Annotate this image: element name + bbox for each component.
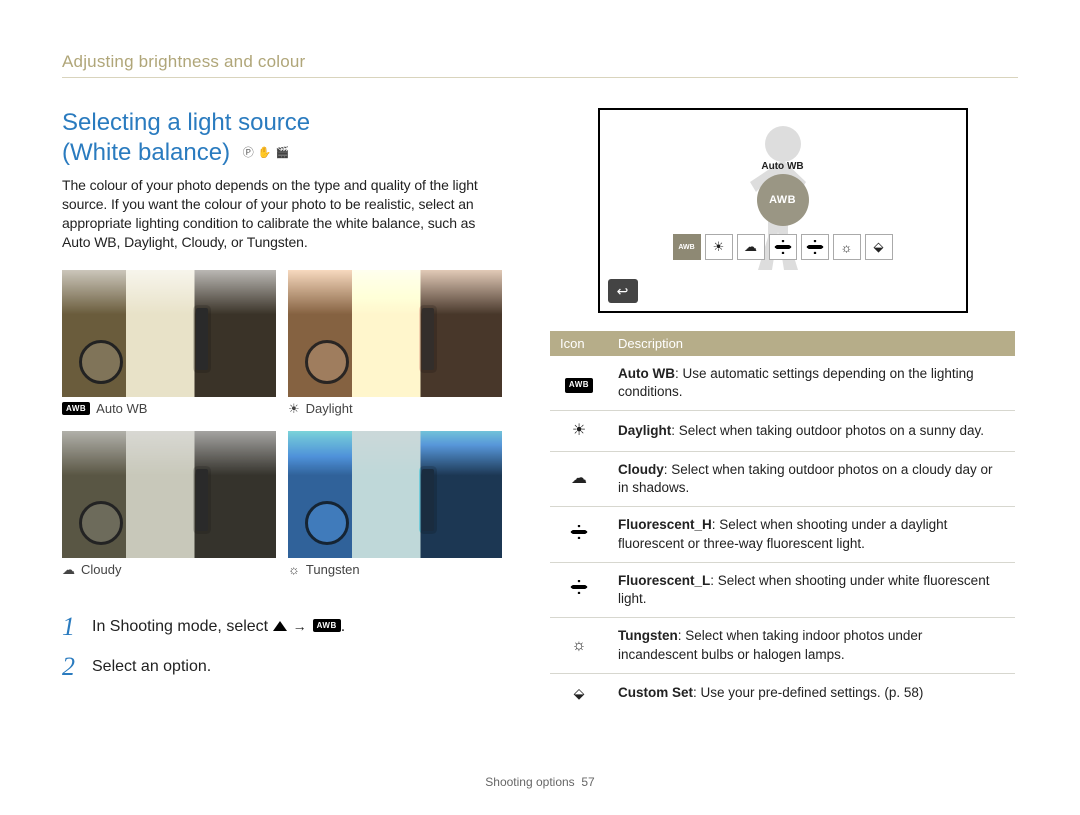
thumbnail-tungsten xyxy=(288,431,502,558)
thumbnail-daylight xyxy=(288,270,502,397)
section-header: Adjusting brightness and colour xyxy=(62,52,1018,78)
left-column: Selecting a light source (White balance)… xyxy=(62,108,502,713)
back-button[interactable]: ↩ xyxy=(608,279,638,303)
steps-list: In Shooting mode, select → AWB . Select … xyxy=(62,612,502,682)
step-1-end: . xyxy=(341,618,345,635)
step-2-text: Select an option. xyxy=(92,658,211,676)
wb-option-daylight[interactable]: ☀ xyxy=(705,234,733,260)
table-row: ☁ Cloudy: Select when taking outdoor pho… xyxy=(550,452,1015,507)
wb-description-table: Icon Description AWB Auto WB: Use automa… xyxy=(550,331,1015,713)
triangle-up-icon xyxy=(273,621,287,631)
wb-option-fluorescent-l[interactable] xyxy=(801,234,829,260)
table-row: Fluorescent_H: Select when shooting unde… xyxy=(550,507,1015,562)
sun-icon: ☀ xyxy=(288,401,300,417)
wb-option-tungsten[interactable]: ☼ xyxy=(833,234,861,260)
arrow-right-icon: → xyxy=(293,618,307,634)
selected-wb-display: Auto WB AWB xyxy=(757,161,809,226)
table-row: ☼ Tungsten: Select when taking indoor ph… xyxy=(550,618,1015,673)
cell-desc: Auto WB: Use automatic settings dependin… xyxy=(608,356,1015,411)
awb-badge-icon: AWB xyxy=(313,619,341,632)
table-row: AWB Auto WB: Use automatic settings depe… xyxy=(550,356,1015,411)
table-row: ⬙ Custom Set: Use your pre-defined setti… xyxy=(550,673,1015,713)
thumb-text-awb: Auto WB xyxy=(96,401,147,416)
title-line-2: (White balance) xyxy=(62,139,230,166)
table-row: ☀ Daylight: Select when taking outdoor p… xyxy=(550,411,1015,452)
cell-desc: Cloudy: Select when taking outdoor photo… xyxy=(608,452,1015,507)
wb-option-awb[interactable]: AWB xyxy=(673,234,701,260)
footer-section: Shooting options xyxy=(485,775,574,789)
cell-desc: Tungsten: Select when taking indoor phot… xyxy=(608,618,1015,673)
thumbnail-cloudy xyxy=(62,431,276,558)
thumb-text-daylight: Daylight xyxy=(306,401,353,416)
two-column-layout: Selecting a light source (White balance)… xyxy=(62,108,1018,713)
page-title: Selecting a light source (White balance)… xyxy=(62,108,502,168)
wb-option-fluorescent-h[interactable] xyxy=(769,234,797,260)
awb-badge-icon: AWB xyxy=(565,378,593,393)
mode-video-icon: 🎬 xyxy=(275,147,289,161)
cell-icon: ☀ xyxy=(550,411,608,452)
cell-icon xyxy=(550,562,608,617)
fluorescent-icon xyxy=(774,240,792,254)
thumb-text-cloudy: Cloudy xyxy=(81,562,121,577)
wb-option-row: AWB ☀ ☁ ☼ ⬙ xyxy=(673,234,893,260)
th-icon: Icon xyxy=(550,331,608,356)
step-1-text: In Shooting mode, select xyxy=(92,618,268,635)
custom-set-icon: ⬙ xyxy=(574,685,585,701)
footer-page-number: 57 xyxy=(581,775,594,789)
awb-badge-icon: AWB xyxy=(62,402,90,415)
title-line-1: Selecting a light source xyxy=(62,109,310,136)
thumb-label-daylight: ☀ Daylight xyxy=(288,401,502,417)
cell-desc: Fluorescent_L: Select when shooting unde… xyxy=(608,562,1015,617)
thumb-label-auto-wb: AWB Auto WB xyxy=(62,401,276,416)
mode-icons: Ⓟ ✋ 🎬 xyxy=(243,147,289,161)
intro-paragraph: The colour of your photo depends on the … xyxy=(62,176,502,252)
cell-icon xyxy=(550,507,608,562)
right-column: Auto WB AWB AWB ☀ ☁ ☼ ⬙ ↩ Icon Descripti… xyxy=(550,108,1015,713)
wb-option-cloudy[interactable]: ☁ xyxy=(737,234,765,260)
mode-hand-icon: ✋ xyxy=(258,147,272,161)
fluorescent-icon xyxy=(806,240,824,254)
thumb-label-cloudy: ☁ Cloudy xyxy=(62,562,276,578)
thumb-text-tungsten: Tungsten xyxy=(306,562,360,577)
thumb-label-tungsten: ☼ Tungsten xyxy=(288,562,502,577)
cell-icon: ☼ xyxy=(550,618,608,673)
step-2: Select an option. xyxy=(62,652,502,682)
table-row: Fluorescent_L: Select when shooting unde… xyxy=(550,562,1015,617)
cell-desc: Daylight: Select when taking outdoor pho… xyxy=(608,411,1015,452)
thumbnail-auto-wb xyxy=(62,270,276,397)
wb-option-custom[interactable]: ⬙ xyxy=(865,234,893,260)
sun-icon: ☀ xyxy=(572,422,586,439)
th-description: Description xyxy=(608,331,1015,356)
back-arrow-icon: ↩ xyxy=(617,283,629,300)
thumbnail-grid: AWB Auto WB ☀ Daylight ☁ Cloudy xyxy=(62,270,502,588)
fluorescent-icon xyxy=(570,525,588,539)
page-footer: Shooting options 57 xyxy=(0,775,1080,789)
awb-circle-icon: AWB xyxy=(757,174,809,226)
bulb-icon: ☼ xyxy=(572,637,587,654)
step-1: In Shooting mode, select → AWB . xyxy=(62,612,502,642)
cloud-icon: ☁ xyxy=(571,470,587,487)
cell-icon: ⬙ xyxy=(550,673,608,713)
bulb-icon: ☼ xyxy=(288,562,300,577)
table-header-row: Icon Description xyxy=(550,331,1015,356)
cell-desc: Fluorescent_H: Select when shooting unde… xyxy=(608,507,1015,562)
fluorescent-icon xyxy=(570,580,588,594)
selected-wb-label: Auto WB xyxy=(761,161,803,172)
camera-screen: Auto WB AWB AWB ☀ ☁ ☼ ⬙ ↩ xyxy=(598,108,968,313)
cell-desc: Custom Set: Use your pre-defined setting… xyxy=(608,673,1015,713)
cloud-icon: ☁ xyxy=(62,562,75,578)
cell-icon: ☁ xyxy=(550,452,608,507)
mode-p-icon: Ⓟ xyxy=(243,147,254,161)
cell-icon: AWB xyxy=(550,356,608,411)
